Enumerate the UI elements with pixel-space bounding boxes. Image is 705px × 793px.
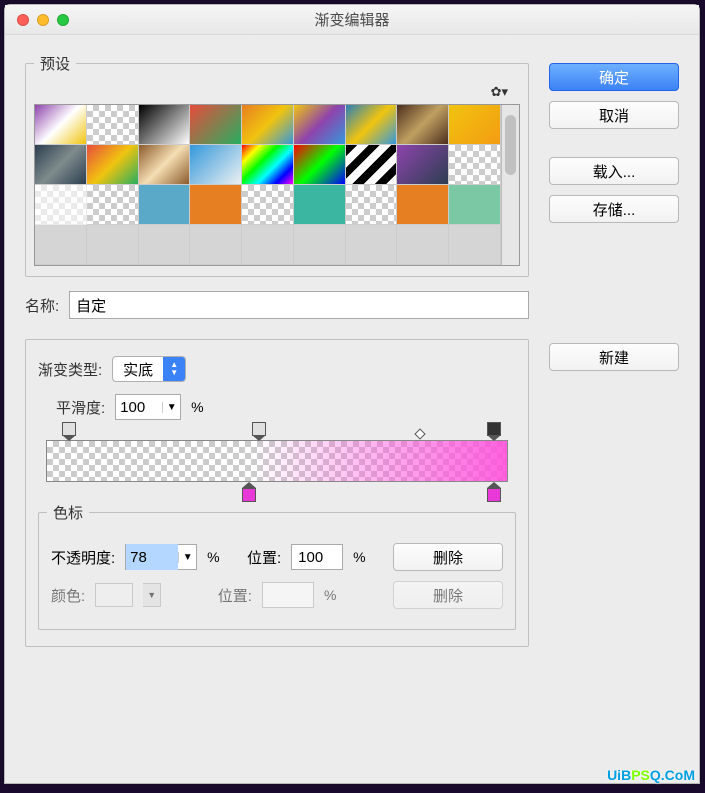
preset-swatch[interactable] [346,105,398,145]
preset-grid [35,105,501,265]
window-title: 渐变编辑器 [5,9,699,30]
smoothness-input[interactable]: ▼ [115,394,181,420]
preset-swatch[interactable] [242,185,294,225]
color-stop[interactable] [242,482,256,500]
delete-color-stop-button: 删除 [393,581,503,609]
preset-blank [139,225,191,265]
ok-button[interactable]: 确定 [549,63,679,91]
chevron-down-icon[interactable]: ▼ [178,552,196,563]
preset-blank [190,225,242,265]
titlebar: 渐变编辑器 [5,5,699,35]
presets-group: 预设 ✿⁠▾ [25,53,529,277]
preset-swatch[interactable] [242,105,294,145]
chevron-down-icon: ▼ [143,583,161,607]
position-input[interactable] [291,544,343,570]
preset-swatch[interactable] [35,105,87,145]
color-well [95,583,133,607]
chevron-down-icon[interactable]: ▼ [162,402,180,413]
preset-blank [294,225,346,265]
smoothness-label: 平滑度: [56,397,105,418]
preset-swatch[interactable] [294,145,346,185]
preset-swatch[interactable] [397,105,449,145]
chevron-updown-icon: ▲▼ [163,357,185,381]
opacity-stop[interactable] [252,422,266,440]
percent-label: % [191,399,203,415]
color-stop[interactable] [487,482,501,500]
preset-swatch[interactable] [139,185,191,225]
opacity-label: 不透明度: [51,547,115,568]
opacity-input[interactable]: ▼ [125,544,197,570]
opacity-stop[interactable] [62,422,76,440]
new-button[interactable]: 新建 [549,343,679,371]
preset-swatch[interactable] [139,105,191,145]
preset-swatch[interactable] [242,145,294,185]
preset-swatch[interactable] [449,185,501,225]
preset-swatch[interactable] [397,185,449,225]
color-label: 颜色: [51,585,85,606]
name-label: 名称: [25,295,59,316]
preset-swatch[interactable] [35,145,87,185]
preset-swatch[interactable] [294,185,346,225]
gradient-group: 渐变类型: 实底 ▲▼ 平滑度: ▼ % [25,339,529,647]
delete-opacity-stop-button[interactable]: 删除 [393,543,503,571]
preset-swatch[interactable] [35,185,87,225]
preset-swatch[interactable] [87,185,139,225]
name-input[interactable] [69,291,529,319]
preset-swatch[interactable] [190,185,242,225]
preset-blank [346,225,398,265]
preset-swatch[interactable] [346,145,398,185]
load-button[interactable]: 载入... [549,157,679,185]
preset-swatch[interactable] [449,105,501,145]
preset-swatch[interactable] [87,145,139,185]
color-position-input [262,582,314,608]
presets-legend: 预设 [34,53,76,74]
position-label: 位置: [247,547,281,568]
preset-swatch[interactable] [190,145,242,185]
color-position-label: 位置: [218,585,252,606]
preset-blank [87,225,139,265]
presets-gear-icon[interactable]: ✿⁠▾ [491,84,508,100]
midpoint-marker[interactable] [415,428,426,439]
preset-blank [397,225,449,265]
preset-swatch[interactable] [87,105,139,145]
presets-scrollbar[interactable] [501,105,519,265]
cancel-button[interactable]: 取消 [549,101,679,129]
save-button[interactable]: 存储... [549,195,679,223]
preset-blank [242,225,294,265]
gradient-ramp[interactable] [46,440,508,482]
preset-swatch[interactable] [190,105,242,145]
stops-group: 色标 不透明度: ▼ % 位置: % 删除 [38,502,516,630]
preset-blank [449,225,501,265]
watermark: UiBPSQ.CoM [607,767,695,783]
gradient-type-select[interactable]: 实底 ▲▼ [112,356,186,382]
stops-legend: 色标 [47,502,89,523]
preset-swatch[interactable] [397,145,449,185]
preset-blank [35,225,87,265]
opacity-stop[interactable] [487,422,501,440]
preset-swatch[interactable] [346,185,398,225]
preset-swatch[interactable] [449,145,501,185]
preset-swatch[interactable] [139,145,191,185]
preset-swatch[interactable] [294,105,346,145]
gradient-type-label: 渐变类型: [38,359,102,380]
